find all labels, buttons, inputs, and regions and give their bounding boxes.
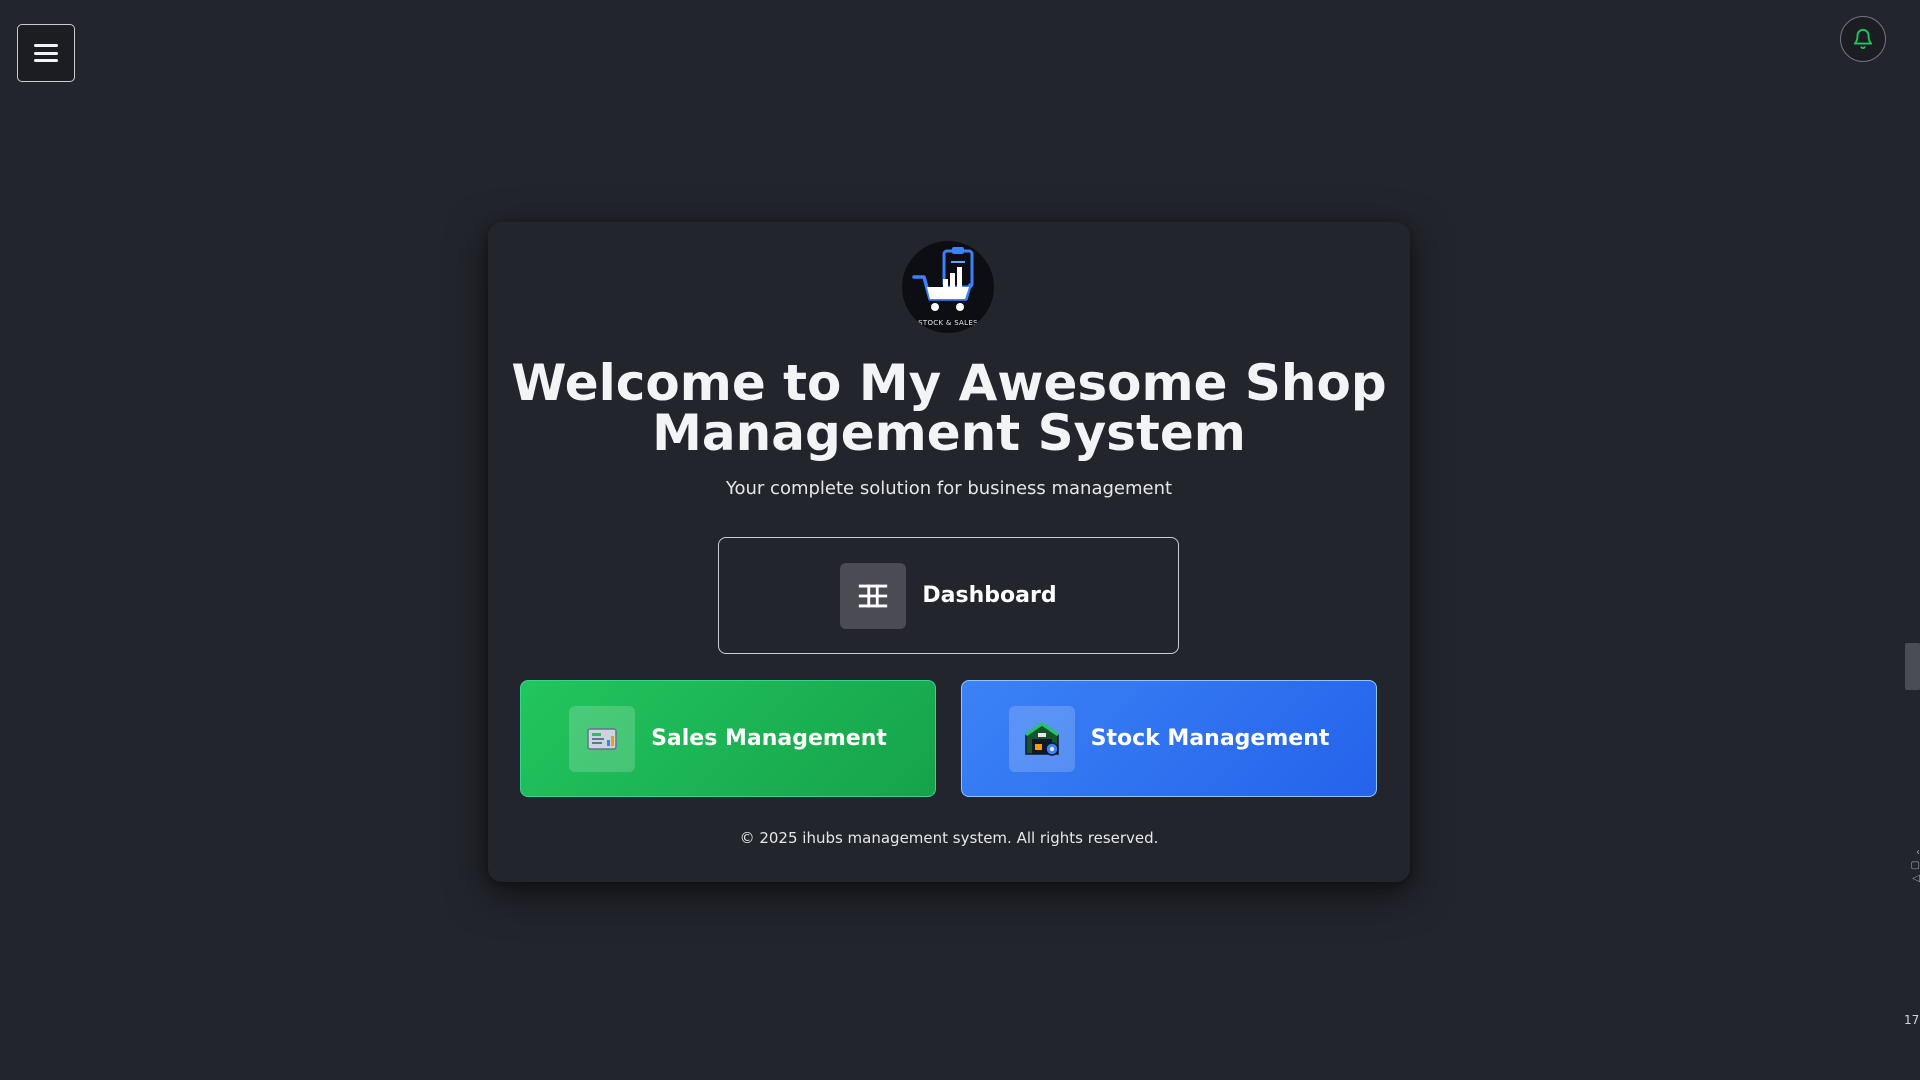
footer-copyright: © 2025 ihubs management system. All righ… bbox=[739, 829, 1159, 847]
hamburger-menu-icon bbox=[34, 44, 58, 62]
edge-controls: ‹ ▢ ◁ bbox=[1906, 846, 1920, 885]
page-title: Welcome to My Awesome Shop Management Sy… bbox=[511, 354, 1387, 462]
notification-button[interactable] bbox=[1840, 16, 1886, 62]
sales-icon-box bbox=[569, 705, 636, 772]
scrollbar-track[interactable] bbox=[1903, 0, 1920, 1080]
warehouse-icon bbox=[1024, 721, 1059, 756]
dashboard-icon-box bbox=[840, 562, 907, 629]
stock-management-label: Stock Management bbox=[1090, 726, 1330, 751]
sales-management-button[interactable]: Sales Management bbox=[520, 680, 936, 797]
stock-icon-box bbox=[1008, 705, 1075, 772]
scrollbar-thumb[interactable] bbox=[1905, 643, 1920, 690]
sales-report-icon bbox=[587, 727, 617, 750]
edge-number: 17 bbox=[1904, 1013, 1920, 1027]
logo-text: STOCK & SALES bbox=[918, 319, 978, 327]
chevron-left-icon[interactable]: ‹ bbox=[1906, 846, 1920, 859]
stock-management-button[interactable]: Stock Management bbox=[961, 680, 1377, 797]
app-logo: STOCK & SALES bbox=[902, 241, 994, 333]
speaker-icon[interactable]: ◁ bbox=[1906, 872, 1920, 885]
table-grid-icon bbox=[859, 584, 888, 607]
app-root: STOCK & SALES Welcome to My Awesome Shop… bbox=[0, 0, 1920, 1080]
dashboard-button[interactable]: Dashboard bbox=[718, 537, 1179, 654]
bell-icon bbox=[1853, 29, 1873, 50]
dashboard-label: Dashboard bbox=[922, 583, 1057, 608]
page-subtitle: Your complete solution for business mana… bbox=[725, 478, 1173, 499]
sales-management-label: Sales Management bbox=[651, 726, 887, 751]
menu-button[interactable] bbox=[17, 24, 75, 82]
screen-icon[interactable]: ▢ bbox=[1906, 859, 1920, 872]
